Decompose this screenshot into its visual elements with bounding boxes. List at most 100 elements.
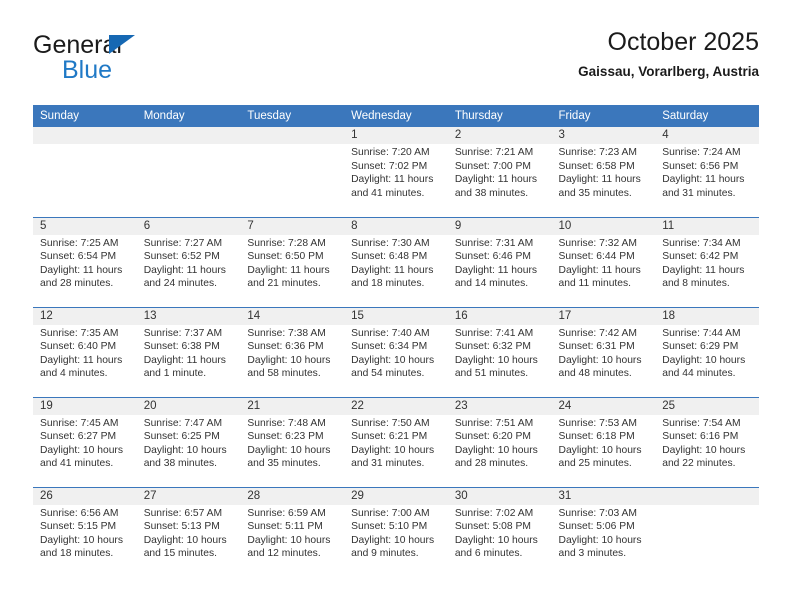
- calendar-day[interactable]: 6 Sunrise: 7:27 AM Sunset: 6:52 PM Daylight…: [136, 217, 241, 307]
- calendar-day[interactable]: 24 Sunrise: 7:53 AM Sunset: 6:18 PM Dayligh…: [551, 397, 656, 487]
- weekday-header-saturday: Saturday: [655, 105, 759, 127]
- sunset-text: Sunset: 6:21 PM: [351, 431, 428, 443]
- calendar-day[interactable]: 30 Sunrise: 7:02 AM Sunset: 5:08 PM Dayligh…: [447, 487, 552, 577]
- calendar-day[interactable]: 31 Sunrise: 7:03 AM Sunset: 5:06 PM Dayligh…: [551, 487, 656, 577]
- weekday-header-thursday: Thursday: [447, 105, 552, 127]
- calendar-day[interactable]: 12 Sunrise: 7:35 AM Sunset: 6:40 PM Dayligh…: [33, 307, 137, 397]
- calendar-cell: 6 Sunrise: 7:27 AM Sunset: 6:52 PM Daylight…: [136, 216, 241, 307]
- day-details: Sunrise: 7:00 AM Sunset: 5:10 PM Daylight:…: [344, 505, 448, 561]
- calendar-day[interactable]: 10 Sunrise: 7:32 AM Sunset: 6:44 PM Dayligh…: [551, 217, 656, 307]
- calendar-day[interactable]: 13 Sunrise: 7:37 AM Sunset: 6:38 PM Dayligh…: [136, 307, 241, 397]
- day-details: Sunrise: 7:03 AM Sunset: 5:06 PM Daylight:…: [552, 505, 656, 561]
- calendar-day-empty: [33, 127, 137, 217]
- sunrise-text: Sunrise: 6:56 AM: [40, 507, 119, 519]
- calendar-cell: 26 Sunrise: 6:56 AM Sunset: 5:15 PM Dayligh…: [33, 486, 137, 577]
- calendar-week-row: 26 Sunrise: 6:56 AM Sunset: 5:15 PM Dayligh…: [33, 486, 759, 577]
- sunset-text: Sunset: 6:46 PM: [454, 251, 531, 263]
- weekday-header-sunday: Sunday: [33, 105, 137, 127]
- day-number: 1: [351, 129, 358, 141]
- calendar-day[interactable]: 1 Sunrise: 7:20 AM Sunset: 7:02 PM Daylight…: [344, 127, 448, 217]
- calendar-grid: Sunday Monday Tuesday Wednesday Thursday…: [33, 105, 759, 577]
- calendar-day[interactable]: 26 Sunrise: 6:56 AM Sunset: 5:15 PM Dayligh…: [33, 487, 137, 577]
- sunrise-text: Sunrise: 7:51 AM: [454, 417, 534, 429]
- daylight-text: Daylight: 10 hours and 31 minutes.: [351, 444, 435, 470]
- sunrise-text: Sunrise: 7:03 AM: [558, 507, 637, 519]
- daylight-text: Daylight: 10 hours and 22 minutes.: [662, 444, 746, 470]
- day-details: Sunrise: 7:51 AM Sunset: 6:20 PM Daylight:…: [448, 415, 552, 471]
- day-number: 19: [40, 399, 53, 412]
- calendar-cell: 22 Sunrise: 7:50 AM Sunset: 6:21 PM Dayligh…: [344, 396, 448, 487]
- calendar-day[interactable]: 9 Sunrise: 7:31 AM Sunset: 6:46 PM Daylight…: [447, 217, 552, 307]
- daylight-text: Daylight: 10 hours and 28 minutes.: [454, 444, 538, 470]
- calendar-day[interactable]: 2 Sunrise: 7:21 AM Sunset: 7:00 PM Daylight…: [447, 127, 552, 217]
- sunrise-text: Sunrise: 7:27 AM: [143, 237, 223, 249]
- calendar-day[interactable]: 7 Sunrise: 7:28 AM Sunset: 6:50 PM Daylight…: [240, 217, 345, 307]
- calendar-day[interactable]: 22 Sunrise: 7:50 AM Sunset: 6:21 PM Dayligh…: [344, 397, 448, 487]
- calendar-cell: 19 Sunrise: 7:45 AM Sunset: 6:27 PM Dayligh…: [33, 396, 137, 487]
- calendar-cell: 23 Sunrise: 7:51 AM Sunset: 6:20 PM Dayligh…: [447, 396, 552, 487]
- sunset-text: Sunset: 6:31 PM: [558, 341, 635, 353]
- day-details: Sunrise: 6:56 AM Sunset: 5:15 PM Daylight:…: [33, 505, 137, 561]
- calendar-cell: 17 Sunrise: 7:42 AM Sunset: 6:31 PM Dayligh…: [551, 306, 656, 397]
- sunset-text: Sunset: 6:44 PM: [558, 251, 635, 263]
- calendar-day[interactable]: 28 Sunrise: 6:59 AM Sunset: 5:11 PM Dayligh…: [240, 487, 345, 577]
- calendar-day[interactable]: 19 Sunrise: 7:45 AM Sunset: 6:27 PM Dayligh…: [33, 397, 137, 487]
- day-number: [655, 488, 759, 505]
- day-details: Sunrise: 7:20 AM Sunset: 7:02 PM Daylight:…: [344, 144, 448, 200]
- sunrise-text: Sunrise: 7:24 AM: [662, 147, 741, 158]
- calendar-cell: [240, 127, 345, 217]
- sunset-text: Sunset: 6:18 PM: [558, 431, 635, 443]
- daylight-text: Daylight: 11 hours and 24 minutes.: [143, 264, 226, 290]
- logo-triangle-icon: [109, 35, 135, 54]
- calendar-day[interactable]: 16 Sunrise: 7:41 AM Sunset: 6:32 PM Dayligh…: [447, 307, 552, 397]
- day-number: 18: [662, 309, 676, 322]
- calendar-day[interactable]: 3 Sunrise: 7:23 AM Sunset: 6:58 PM Daylight…: [551, 127, 656, 217]
- sunrise-text: Sunrise: 7:23 AM: [558, 147, 637, 158]
- sunset-text: Sunset: 6:23 PM: [247, 431, 324, 443]
- calendar-day[interactable]: 8 Sunrise: 7:30 AM Sunset: 6:48 PM Daylight…: [344, 217, 448, 307]
- day-details: Sunrise: 7:02 AM Sunset: 5:08 PM Daylight:…: [448, 505, 552, 561]
- day-number: 27: [143, 489, 157, 502]
- calendar-day[interactable]: 5 Sunrise: 7:25 AM Sunset: 6:54 PM Daylight…: [33, 217, 137, 307]
- calendar-day[interactable]: 21 Sunrise: 7:48 AM Sunset: 6:23 PM Dayligh…: [240, 397, 345, 487]
- calendar-day[interactable]: 11 Sunrise: 7:34 AM Sunset: 6:42 PM Dayligh…: [655, 217, 759, 307]
- sunrise-text: Sunrise: 7:34 AM: [662, 237, 741, 249]
- calendar-day-empty: [136, 127, 241, 217]
- day-number: 25: [662, 399, 676, 412]
- calendar-day[interactable]: 20 Sunrise: 7:47 AM Sunset: 6:25 PM Dayligh…: [136, 397, 241, 487]
- calendar-day[interactable]: 18 Sunrise: 7:44 AM Sunset: 6:29 PM Dayligh…: [655, 307, 759, 397]
- calendar-cell: 27 Sunrise: 6:57 AM Sunset: 5:13 PM Dayligh…: [136, 486, 241, 577]
- calendar-week-row: 1 Sunrise: 7:20 AM Sunset: 7:02 PM Daylight…: [33, 127, 759, 217]
- day-details: Sunrise: 7:30 AM Sunset: 6:48 PM Daylight:…: [344, 235, 448, 291]
- day-details: Sunrise: 7:23 AM Sunset: 6:58 PM Daylight:…: [552, 144, 656, 200]
- day-number: 24: [558, 399, 572, 412]
- sunrise-text: Sunrise: 7:25 AM: [40, 237, 119, 249]
- calendar-day[interactable]: 17 Sunrise: 7:42 AM Sunset: 6:31 PM Dayligh…: [551, 307, 656, 397]
- day-number: 4: [662, 129, 669, 141]
- daylight-text: Daylight: 10 hours and 9 minutes.: [351, 534, 435, 560]
- calendar-day[interactable]: 25 Sunrise: 7:54 AM Sunset: 6:16 PM Dayligh…: [655, 397, 759, 487]
- daylight-text: Daylight: 10 hours and 51 minutes.: [454, 354, 538, 380]
- calendar-cell: 11 Sunrise: 7:34 AM Sunset: 6:42 PM Dayligh…: [655, 216, 759, 307]
- sunrise-text: Sunrise: 7:30 AM: [351, 237, 430, 249]
- calendar-day[interactable]: 15 Sunrise: 7:40 AM Sunset: 6:34 PM Dayligh…: [344, 307, 448, 397]
- calendar-day[interactable]: 27 Sunrise: 6:57 AM Sunset: 5:13 PM Dayligh…: [136, 487, 241, 577]
- sunrise-text: Sunrise: 7:42 AM: [558, 327, 637, 339]
- calendar-day[interactable]: 23 Sunrise: 7:51 AM Sunset: 6:20 PM Dayligh…: [447, 397, 552, 487]
- calendar-day[interactable]: 29 Sunrise: 7:00 AM Sunset: 5:10 PM Dayligh…: [344, 487, 448, 577]
- day-number: 12: [40, 309, 53, 322]
- calendar-cell: [655, 486, 759, 577]
- daylight-text: Daylight: 10 hours and 41 minutes.: [40, 444, 123, 470]
- day-number: 22: [351, 399, 364, 412]
- day-details: Sunrise: 7:41 AM Sunset: 6:32 PM Daylight:…: [448, 325, 552, 381]
- day-details: Sunrise: 7:47 AM Sunset: 6:25 PM Daylight:…: [137, 415, 241, 471]
- calendar-day[interactable]: 4 Sunrise: 7:24 AM Sunset: 6:56 PM Daylight…: [655, 127, 759, 217]
- daylight-text: Daylight: 10 hours and 48 minutes.: [558, 354, 642, 380]
- sunset-text: Sunset: 5:15 PM: [40, 521, 117, 533]
- sunrise-text: Sunrise: 7:53 AM: [558, 417, 637, 429]
- day-details: Sunrise: 6:57 AM Sunset: 5:13 PM Daylight:…: [137, 505, 241, 561]
- day-number: 20: [143, 399, 157, 412]
- calendar-day[interactable]: 14 Sunrise: 7:38 AM Sunset: 6:36 PM Dayligh…: [240, 307, 345, 397]
- day-number: 13: [143, 309, 157, 322]
- calendar-cell: 9 Sunrise: 7:31 AM Sunset: 6:46 PM Daylight…: [447, 216, 552, 307]
